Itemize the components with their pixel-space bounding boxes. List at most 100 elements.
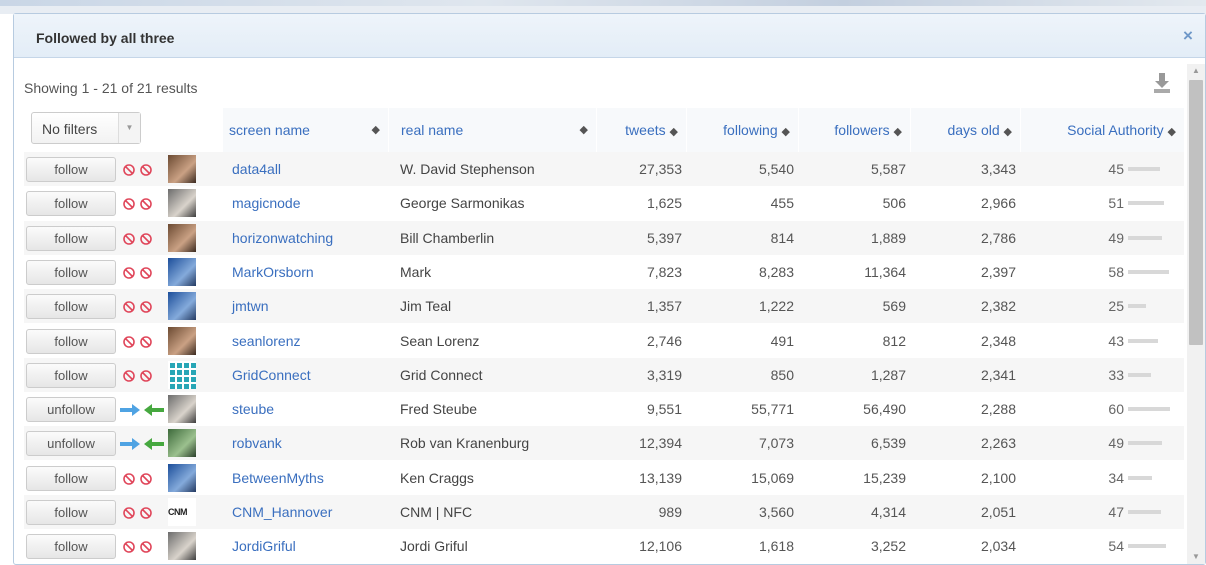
- tweets-count: 2,746: [646, 333, 682, 349]
- screen-name-link[interactable]: steube: [232, 392, 392, 426]
- scrollbar-thumb[interactable]: [1189, 80, 1203, 345]
- social-authority-score: 43: [1108, 333, 1124, 349]
- unfollow-button[interactable]: unfollow: [26, 397, 116, 422]
- not-following-icon: [120, 266, 164, 280]
- days-old: 2,397: [980, 264, 1016, 280]
- column-label: real name: [401, 122, 464, 138]
- avatar[interactable]: [168, 189, 196, 217]
- table-row: follow horizonwatching Bill Chamberlin 5,39…: [24, 221, 1184, 255]
- avatar[interactable]: [168, 464, 196, 492]
- real-name: George Sarmonikas: [400, 195, 525, 211]
- avatar[interactable]: [168, 327, 196, 355]
- column-label: Social Authority: [1067, 122, 1164, 138]
- avatar[interactable]: [168, 395, 196, 423]
- social-authority-score: 47: [1108, 504, 1124, 520]
- table-row: follow MarkOrsborn Mark 7,823 8,283 11,364 2,3…: [24, 255, 1184, 289]
- column-header-followers[interactable]: followers ◆: [798, 108, 910, 152]
- download-icon[interactable]: [1153, 72, 1171, 94]
- social-authority-score: 33: [1108, 367, 1124, 383]
- tweets-count: 1,357: [646, 298, 682, 314]
- table-row: follow GridConnect Grid Connect 3,319 850 1,2…: [24, 358, 1184, 392]
- screen-name-link[interactable]: JordiGriful: [232, 529, 392, 563]
- mutual-follow-arrows-icon: [120, 403, 164, 417]
- screen-name-link[interactable]: BetweenMyths: [232, 461, 392, 495]
- following-count: 8,283: [758, 264, 794, 280]
- social-authority-score: 58: [1108, 264, 1124, 280]
- column-header-following[interactable]: following ◆: [686, 108, 798, 152]
- avatar[interactable]: CNM: [168, 498, 196, 526]
- not-following-icon: [120, 369, 164, 383]
- filter-dropdown[interactable]: No filters ▼: [31, 112, 141, 144]
- avatar[interactable]: [168, 361, 196, 389]
- column-header-screen-name[interactable]: screen name ◆: [222, 108, 388, 152]
- not-following-icon: [120, 163, 164, 177]
- unfollow-button[interactable]: unfollow: [26, 431, 116, 456]
- followers-count: 812: [882, 333, 906, 349]
- background-page-strip: [0, 0, 1206, 14]
- column-header-days-old[interactable]: days old ◆: [910, 108, 1020, 152]
- follow-button[interactable]: follow: [26, 191, 116, 216]
- avatar[interactable]: [168, 429, 196, 457]
- social-authority-score: 54: [1108, 538, 1124, 554]
- screen-name-link[interactable]: data4all: [232, 152, 392, 186]
- follow-button[interactable]: follow: [26, 466, 116, 491]
- not-following-icon: [120, 506, 164, 520]
- follow-button[interactable]: follow: [26, 260, 116, 285]
- vertical-scrollbar[interactable]: ▲ ▼: [1187, 64, 1205, 564]
- not-following-icon: [120, 232, 164, 246]
- avatar[interactable]: [168, 532, 196, 560]
- days-old: 2,034: [980, 538, 1016, 554]
- column-header-social-authority[interactable]: Social Authority ◆: [1020, 108, 1184, 152]
- follow-button[interactable]: follow: [26, 534, 116, 559]
- days-old: 2,966: [980, 195, 1016, 211]
- screen-name-link[interactable]: MarkOrsborn: [232, 255, 392, 289]
- sort-icon: ◆: [1003, 126, 1012, 138]
- real-name: Sean Lorenz: [400, 333, 480, 349]
- follow-button[interactable]: follow: [26, 500, 116, 525]
- authority-bar: [1128, 476, 1152, 480]
- table-row: follow magicnode George Sarmonikas 1,625 455…: [24, 186, 1184, 220]
- close-icon[interactable]: ×: [1180, 27, 1196, 44]
- table-header: No filters ▼ screen name ◆ real name ◆ twe…: [24, 108, 1184, 152]
- authority-bar: [1128, 167, 1160, 171]
- follow-button[interactable]: follow: [26, 329, 116, 354]
- filter-selected-value: No filters: [42, 121, 98, 137]
- screen-name-link[interactable]: CNM_Hannover: [232, 495, 392, 529]
- column-label: screen name: [229, 122, 310, 138]
- column-header-real-name[interactable]: real name ◆: [388, 108, 596, 152]
- screen-name-link[interactable]: GridConnect: [232, 358, 392, 392]
- avatar[interactable]: [168, 155, 196, 183]
- follow-button[interactable]: follow: [26, 294, 116, 319]
- sort-icon: ◆: [371, 124, 380, 136]
- follow-button[interactable]: follow: [26, 363, 116, 388]
- days-old: 2,263: [980, 435, 1016, 451]
- avatar-text: CNM: [168, 507, 188, 517]
- screen-name-link[interactable]: robvank: [232, 426, 392, 460]
- not-following-icon: [120, 335, 164, 349]
- social-authority-score: 49: [1108, 230, 1124, 246]
- column-label: followers: [834, 122, 890, 138]
- avatar[interactable]: [168, 292, 196, 320]
- column-label: following: [723, 122, 778, 138]
- sort-icon: ◆: [669, 126, 678, 138]
- follow-button[interactable]: follow: [26, 157, 116, 182]
- screen-name-link[interactable]: seanlorenz: [232, 324, 392, 358]
- scroll-up-icon[interactable]: ▲: [1187, 64, 1205, 78]
- avatar[interactable]: [168, 258, 196, 286]
- real-name: Grid Connect: [400, 367, 483, 383]
- authority-bar: [1128, 236, 1162, 240]
- column-header-tweets[interactable]: tweets ◆: [596, 108, 686, 152]
- scroll-down-icon[interactable]: ▼: [1187, 550, 1205, 564]
- followers-count: 4,314: [870, 504, 906, 520]
- screen-name-link[interactable]: magicnode: [232, 186, 392, 220]
- avatar[interactable]: [168, 224, 196, 252]
- real-name: Jim Teal: [400, 298, 452, 314]
- following-count: 5,540: [758, 161, 794, 177]
- table-row: follow seanlorenz Sean Lorenz 2,746 491 812 2,…: [24, 324, 1184, 358]
- following-count: 814: [770, 230, 794, 246]
- follow-button[interactable]: follow: [26, 226, 116, 251]
- screen-name-link[interactable]: jmtwn: [232, 289, 392, 323]
- following-count: 1,222: [758, 298, 794, 314]
- screen-name-link[interactable]: horizonwatching: [232, 221, 392, 255]
- real-name: W. David Stephenson: [400, 161, 535, 177]
